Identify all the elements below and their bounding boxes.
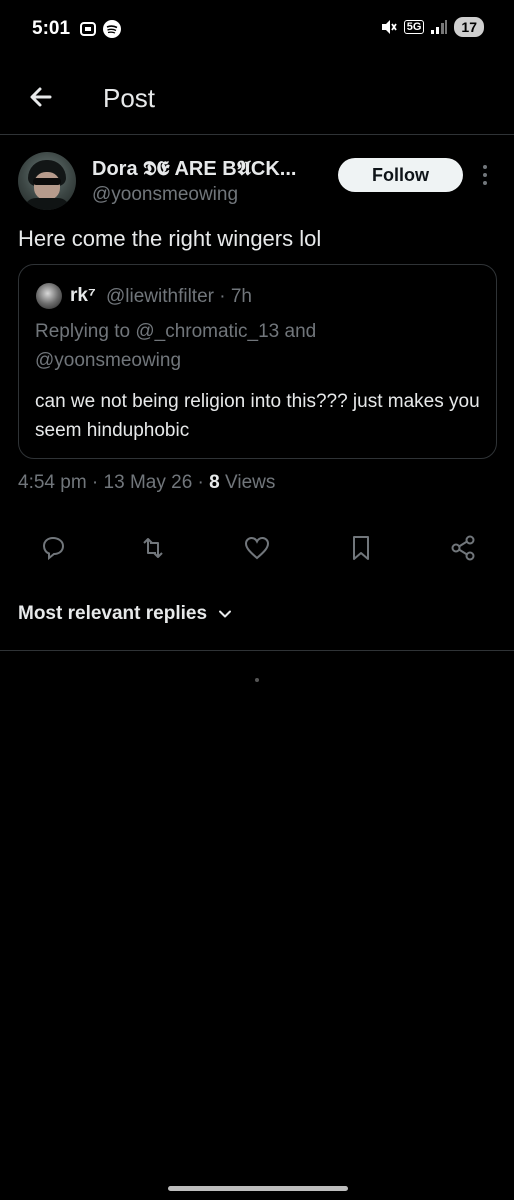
views-label: Views [219, 472, 276, 493]
status-system-icons: 5G 17 [380, 17, 484, 37]
quoted-post-text: can we not being religion into this??? j… [35, 391, 480, 441]
views-count[interactable]: 8 [209, 472, 220, 493]
back-arrow-icon[interactable] [26, 82, 56, 112]
status-bar: 5:01 5G 17 [0, 0, 514, 60]
post-timestamp: 4:54 pm · 13 May 26 · 8 Views [18, 472, 275, 494]
like-icon[interactable] [242, 533, 272, 563]
header-divider [0, 134, 514, 135]
signal-icon [431, 20, 448, 34]
replies-divider [0, 650, 514, 651]
replying-to-line-2: @yoonsmeowing [35, 350, 182, 371]
status-time: 5:01 [32, 18, 71, 39]
share-icon[interactable] [448, 533, 478, 563]
bookmark-icon[interactable] [346, 533, 376, 563]
battery-level: 17 [454, 17, 484, 37]
page-title: Post [103, 83, 156, 113]
replying-to-line-1: Replying to @_chromatic_13 and [35, 321, 317, 342]
loading-indicator [255, 678, 259, 682]
quoted-replying-to: Replying to @_chromatic_13 and @yoonsmeo… [35, 317, 485, 375]
reply-icon[interactable] [38, 533, 68, 563]
post-text: Here come the right wingers lol [18, 226, 322, 251]
mute-icon [381, 20, 397, 34]
home-indicator[interactable] [168, 1186, 348, 1191]
repost-icon[interactable] [138, 533, 168, 563]
status-notification-icons [78, 19, 122, 39]
quoted-author-avatar [36, 283, 62, 309]
top-app-bar: Post [0, 70, 514, 126]
quoted-author-name: rk⁷ [70, 285, 96, 306]
follow-button[interactable]: Follow [338, 158, 463, 192]
action-bar [0, 533, 514, 563]
author-avatar[interactable] [18, 152, 76, 210]
network-type: 5G [403, 20, 425, 34]
reply-sort-dropdown[interactable]: Most relevant replies [18, 603, 233, 625]
quoted-post[interactable]: rk⁷ @liewithfilter · 7h Replying to @_ch… [18, 264, 497, 459]
post-date: 4:54 pm · 13 May 26 · [18, 472, 210, 493]
author-display-name[interactable]: Dora 𝕯𝕰 ARE B𝕬CK... [92, 158, 296, 181]
quoted-author-handle-time: @liewithfilter · 7h [106, 286, 252, 307]
screenshot-icon [80, 22, 96, 36]
more-options-icon[interactable] [476, 162, 494, 188]
author-handle[interactable]: @yoonsmeowing [92, 184, 238, 206]
chevron-down-icon [219, 610, 232, 618]
spotify-icon [103, 20, 121, 38]
reply-sort-label: Most relevant replies [18, 603, 208, 624]
